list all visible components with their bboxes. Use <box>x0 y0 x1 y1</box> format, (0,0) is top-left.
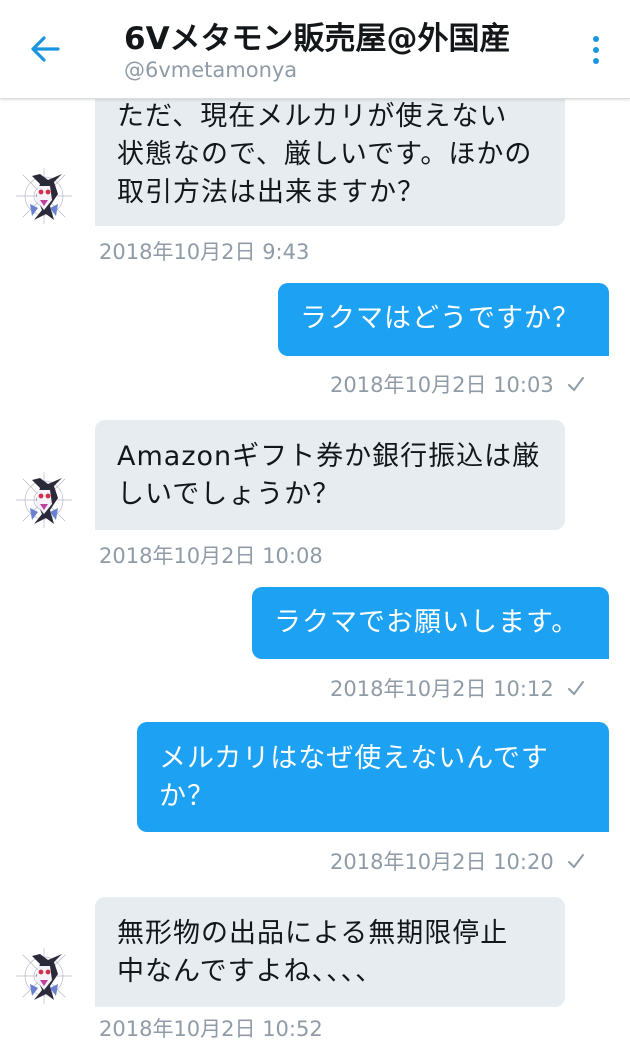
checkmark-icon <box>567 854 584 869</box>
more-options-button[interactable] <box>580 28 612 72</box>
message-text-line: 中なんですよね、、、、 <box>117 956 384 987</box>
metamon-avatar-icon <box>15 471 73 529</box>
message-text-line: か？ <box>159 781 215 812</box>
message-text-line: ただ、現在メルカリが使えない <box>117 101 508 132</box>
sent-message-bubble[interactable]: ラクマでお願いします。 <box>252 587 609 659</box>
back-button[interactable] <box>22 26 68 72</box>
message-timestamp: 2018年10月2日 10:52 <box>99 1017 323 1041</box>
message-text-line: 無形物の出品による無期限停止 <box>117 918 509 949</box>
arrow-left-icon <box>31 36 60 62</box>
message-text-line: 状態なので、厳しいです。ほかの <box>117 139 533 170</box>
sent-message-bubble[interactable]: メルカリはなぜ使えないんです か？ <box>137 722 609 832</box>
received-message-bubble[interactable]: 無形物の出品による無期限停止 中なんですよね、、、、 <box>95 897 565 1007</box>
metamon-avatar-icon <box>15 167 73 225</box>
message-text-line: 取引方法は出来ますか？ <box>117 177 425 208</box>
sent-message-bubble[interactable]: ラクマはどうですか？ <box>278 283 609 356</box>
received-message-bubble[interactable]: ただ、現在メルカリが使えない 状態なので、厳しいです。ほかの 取引方法は出来ます… <box>95 80 565 226</box>
user-handle[interactable]: @6vmetamonya <box>124 58 297 82</box>
message-list[interactable]: ただ、現在メルカリが使えない 状態なので、厳しいです。ほかの 取引方法は出来ます… <box>0 0 630 1041</box>
message-timestamp: 2018年10月2日 10:12 <box>330 673 586 703</box>
checkmark-icon <box>567 681 584 696</box>
received-message-bubble[interactable]: Amazonギフト券か銀行振込は厳 しいでしょうか？ <box>95 420 565 530</box>
message-text-line: Amazonギフト券か銀行振込は厳 <box>117 441 541 472</box>
message-text-line: ラクマでお願いします。 <box>274 607 580 638</box>
checkmark-icon <box>567 377 584 392</box>
avatar[interactable] <box>14 470 74 530</box>
message-text-line: メルカリはなぜ使えないんです <box>159 743 549 774</box>
message-timestamp: 2018年10月2日 10:03 <box>330 369 586 399</box>
message-text-line: ラクマはどうですか？ <box>300 303 580 334</box>
conversation-header: 6Vメタモン販売屋@外国産 @6vmetamonya <box>0 0 630 99</box>
message-text-line: しいでしょうか？ <box>117 479 341 510</box>
message-timestamp: 2018年10月2日 10:08 <box>99 544 323 568</box>
message-timestamp: 2018年10月2日 9:43 <box>99 240 310 264</box>
more-vertical-icon <box>593 36 599 64</box>
message-timestamp: 2018年10月2日 10:20 <box>330 846 586 876</box>
conversation-title[interactable]: 6Vメタモン販売屋@外国産 <box>124 13 511 58</box>
metamon-avatar-icon <box>15 947 73 1005</box>
avatar[interactable] <box>14 946 74 1006</box>
avatar[interactable] <box>14 166 74 226</box>
